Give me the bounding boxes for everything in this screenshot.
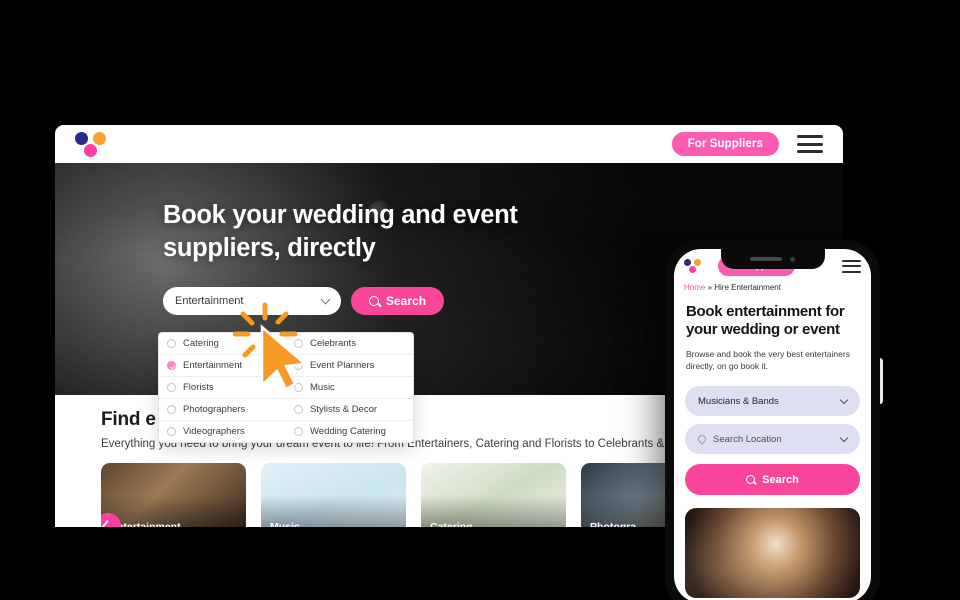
page-subtitle: Browse and book the very best entertaine… [686,348,850,371]
phone-side-button[interactable] [879,358,883,404]
dropdown-option-label: Photographers [183,404,246,415]
dropdown-option-label: Wedding Catering [310,426,386,437]
dropdown-option[interactable]: Wedding Catering [286,421,413,442]
category-card-label: Photogra [590,521,637,527]
radio-unselected-icon [294,427,303,436]
radio-unselected-icon [167,339,176,348]
radio-unselected-icon [294,405,303,414]
dropdown-option-label: Catering [183,338,219,349]
mobile-search-form: Musicians & Bands Search Location Search [674,372,871,496]
category-select-value: Musicians & Bands [698,395,779,407]
chevron-down-icon [320,294,331,305]
category-card[interactable]: Catering [421,463,566,527]
search-button-label: Search [386,294,427,309]
hamburger-menu-icon[interactable] [797,135,823,153]
radio-unselected-icon [167,405,176,414]
hero-content: Book your wedding and event suppliers, d… [55,163,843,316]
dropdown-option-label: Stylists & Decor [310,404,378,415]
click-cursor-indicator [232,301,317,391]
search-button[interactable]: Search [685,464,860,496]
chevron-down-icon [839,433,849,442]
search-icon [746,475,756,485]
location-select[interactable]: Search Location [685,424,860,455]
desktop-header-actions: For Suppliers [671,132,823,156]
desktop-site-header: For Suppliers [55,125,843,163]
dropdown-option[interactable]: Videographers [159,421,286,442]
front-camera-icon [790,256,795,262]
category-card[interactable]: Entertainment [101,463,246,527]
gobookit-logo[interactable] [75,129,109,159]
dropdown-option[interactable]: Photographers [159,399,286,421]
screenshot-stage: For Suppliers Book your wedding and even… [0,0,960,600]
for-suppliers-button[interactable]: For Suppliers [671,132,779,156]
hero-title: Book your wedding and event suppliers, d… [163,201,518,263]
search-button[interactable]: Search [351,287,445,316]
speaker-slot-icon [750,257,782,261]
category-select[interactable]: Musicians & Bands [685,386,860,417]
phone-notch [720,249,825,269]
category-card-label: Music [270,521,300,527]
cursor-burst-icon [232,302,309,391]
featured-entertainer-photo[interactable] [685,508,860,599]
dropdown-option[interactable]: Stylists & Decor [286,399,413,421]
logo-dot-navy [75,132,88,145]
hamburger-menu-icon[interactable] [842,259,861,273]
category-card-label: Catering [430,521,473,527]
radio-selected-icon [167,361,176,370]
category-card[interactable]: Music [261,463,406,527]
dropdown-option-label: Florists [183,382,214,393]
radio-unselected-icon [167,383,176,392]
search-icon [369,296,379,307]
card-badge-icon [101,513,121,527]
logo-dot-pink [84,144,97,157]
location-pin-icon [696,433,708,445]
dropdown-option-label: Videographers [183,426,245,437]
location-select-placeholder: Search Location [713,433,782,445]
radio-unselected-icon [167,427,176,436]
chevron-down-icon [839,395,849,404]
logo-dot-orange [93,132,106,145]
search-button-label: Search [762,473,799,486]
dropdown-option-label: Event Planners [310,360,375,371]
